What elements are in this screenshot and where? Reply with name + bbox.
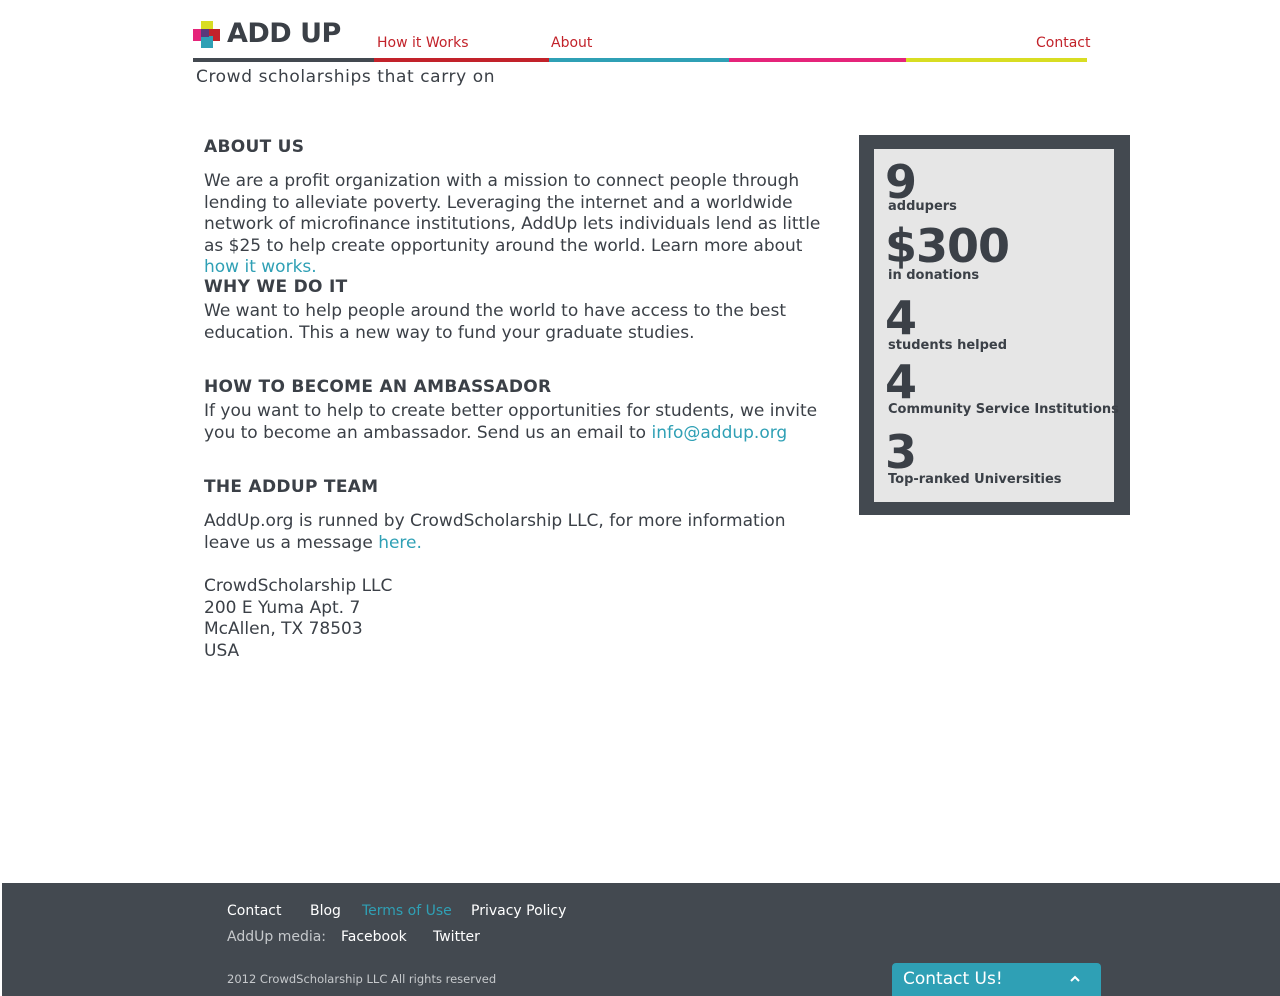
about-heading: ABOUT US	[204, 137, 305, 157]
footer-privacy-link[interactable]: Privacy Policy	[471, 903, 566, 919]
address-block: CrowdScholarship LLC 200 E Yuma Apt. 7 M…	[204, 576, 834, 662]
chevron-up-icon[interactable]	[1068, 972, 1082, 986]
why-paragraph: We want to help people around the world …	[204, 301, 787, 343]
stats-panel: 9 addupers $300 in donations 4 students …	[859, 135, 1130, 515]
nav-bar-segment-dark	[193, 58, 374, 62]
nav-contact[interactable]: Contact	[1036, 35, 1090, 51]
stat-label-donations: in donations	[888, 268, 980, 283]
stat-label-institutions: Community Service Institutions	[888, 402, 1119, 417]
footer-blog-link[interactable]: Blog	[310, 903, 341, 919]
copyright: 2012 CrowdScholarship LLC All rights res…	[227, 972, 497, 986]
nav-bar-segment-red	[374, 58, 549, 62]
team-heading: THE ADDUP TEAM	[204, 477, 379, 497]
footer-contact-link[interactable]: Contact	[227, 903, 281, 919]
logo[interactable]: ADD UP	[193, 18, 341, 53]
tagline: Crowd scholarships that carry on	[196, 67, 496, 87]
ambassador-paragraph: If you want to help to create better opp…	[204, 401, 834, 444]
twitter-link[interactable]: Twitter	[433, 929, 480, 945]
stats-inner: 9 addupers $300 in donations 4 students …	[874, 149, 1119, 502]
address-line: CrowdScholarship LLC	[204, 576, 393, 596]
facebook-link[interactable]: Facebook	[341, 929, 407, 945]
nav-bar-segment-blue	[549, 58, 729, 62]
address-line: 200 E Yuma Apt. 7	[204, 597, 361, 618]
message-here-link[interactable]: here.	[378, 533, 422, 553]
team-paragraph: AddUp.org is runned by CrowdScholarship …	[204, 511, 834, 554]
nav-about[interactable]: About	[551, 35, 592, 51]
stat-label-addupers: addupers	[888, 199, 957, 214]
stat-value-universities: 3	[885, 425, 917, 479]
media-label: AddUp media:	[227, 929, 327, 945]
address-line: USA	[204, 640, 240, 661]
how-it-works-link[interactable]: how it works.	[204, 257, 317, 277]
stat-label-students: students helped	[888, 338, 1008, 353]
nav-bar-segment-pink	[729, 58, 906, 62]
stat-label-universities: Top-ranked Universities	[888, 472, 1062, 487]
footer-terms-link[interactable]: Terms of Use	[362, 903, 452, 919]
stat-value-students: 4	[885, 291, 917, 345]
contact-us-label: Contact Us!	[903, 969, 1003, 989]
why-heading: WHY WE DO IT	[204, 277, 348, 297]
about-text: We are a profit organization with a miss…	[204, 171, 821, 256]
nav-bar-segment-yellow	[906, 58, 1087, 62]
email-link[interactable]: info@addup.org	[651, 423, 787, 443]
nav-how-it-works[interactable]: How it Works	[377, 35, 469, 51]
stat-value-institutions: 4	[885, 355, 917, 409]
brand-name: ADD UP	[227, 18, 341, 49]
stat-value-donations: $300	[885, 219, 1010, 273]
contact-us-widget[interactable]: Contact Us!	[892, 963, 1101, 996]
logo-mark-icon	[193, 21, 221, 49]
ambassador-heading: HOW TO BECOME AN AMBASSADOR	[204, 377, 552, 397]
about-paragraph: We are a profit organization with a miss…	[204, 171, 834, 279]
team-text: AddUp.org is runned by CrowdScholarship …	[204, 511, 786, 553]
address-line: McAllen, TX 78503	[204, 619, 363, 640]
footer: Contact Blog Terms of Use Privacy Policy…	[2, 883, 1280, 996]
